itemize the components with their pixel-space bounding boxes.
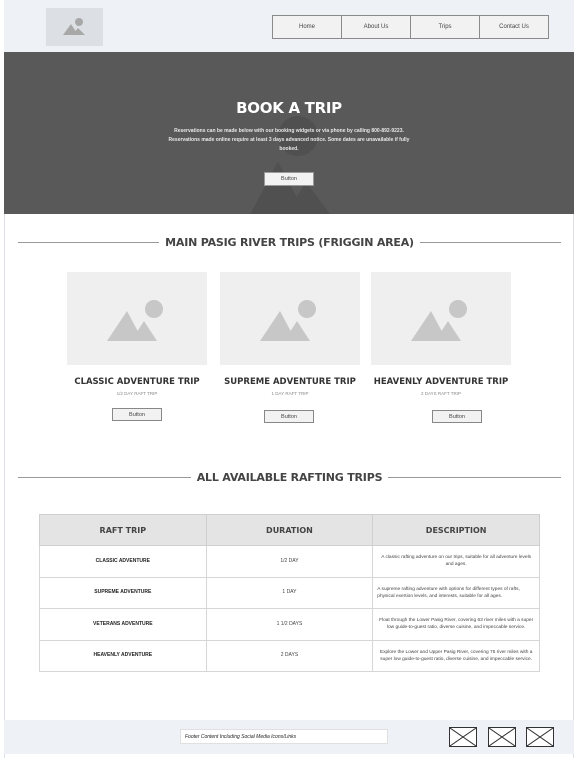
hero-banner: BOOK A TRIP Reservations can be made bel… — [4, 52, 574, 214]
cell-description: Explore the Lower and Upper Pasig River,… — [372, 639, 540, 672]
image-placeholder-icon — [62, 18, 85, 35]
cell-description: A supreme rafting adventure with options… — [372, 576, 540, 609]
nav-trips[interactable]: Trips — [410, 15, 480, 39]
footer-content: Footer Content Including Social Media Ic… — [180, 729, 388, 744]
trip-card-image — [220, 272, 360, 365]
section-heading-main-trips: MAIN PASIG RIVER TRIPS (FRIGGIN AREA) — [18, 236, 562, 249]
divider — [388, 477, 562, 478]
social-placeholder-icon — [449, 727, 477, 747]
trip-card-title: SUPREME ADVENTURE TRIP — [224, 377, 356, 387]
cell-duration: 1 1/2 DAYS — [205, 608, 374, 641]
logo[interactable] — [46, 8, 103, 46]
cell-description: A classic rafting adventure on our trips… — [372, 545, 540, 578]
trip-card-subtitle: 2 DAYS RAFT TRIP — [420, 391, 461, 396]
social-placeholder-icon — [488, 727, 516, 747]
nav-contact-us[interactable]: Contact Us — [479, 15, 549, 39]
table-row: CLASSIC ADVENTURE 1/2 DAY A classic raft… — [39, 545, 540, 578]
image-placeholder-icon — [411, 299, 467, 341]
table-header-row: RAFT TRIP DURATION DESCRIPTION — [39, 514, 540, 546]
section-heading-all-trips: ALL AVAILABLE RAFTING TRIPS — [18, 471, 562, 484]
divider — [18, 477, 191, 478]
hero-button[interactable]: Button — [264, 172, 314, 186]
column-header-description: DESCRIPTION — [372, 514, 540, 546]
social-link-3[interactable] — [526, 727, 554, 747]
hero-image-placeholder-icon — [250, 116, 330, 214]
trip-card-image — [67, 272, 207, 365]
trip-card-title: HEAVENLY ADVENTURE TRIP — [373, 377, 509, 387]
divider — [419, 242, 562, 243]
cell-trip-name: HEAVENLY ADVENTURE — [39, 639, 207, 672]
cell-trip-name: SUPREME ADVENTURE — [39, 576, 207, 609]
cell-trip-name: CLASSIC ADVENTURE — [39, 545, 207, 578]
cell-description: Float through the Lower Pasig River, cov… — [372, 608, 540, 641]
trip-card-image — [371, 272, 511, 365]
column-header-raft-trip: RAFT TRIP — [39, 514, 207, 546]
section-title: ALL AVAILABLE RAFTING TRIPS — [196, 471, 383, 484]
trip-card-button-supreme[interactable]: Button — [264, 410, 314, 423]
trips-table: RAFT TRIP DURATION DESCRIPTION CLASSIC A… — [39, 514, 540, 672]
social-link-1[interactable] — [449, 727, 477, 747]
image-placeholder-icon — [260, 299, 316, 341]
site-footer: Footer Content Including Social Media Ic… — [4, 720, 574, 754]
table-row: SUPREME ADVENTURE 1 DAY A supreme raftin… — [39, 576, 540, 609]
section-title: MAIN PASIG RIVER TRIPS (FRIGGIN AREA) — [165, 236, 414, 249]
column-header-duration: DURATION — [205, 514, 374, 546]
trip-card-subtitle: 1 DAY RAFT TRIP — [271, 391, 309, 396]
cell-duration: 1/2 DAY — [205, 545, 374, 578]
trip-card-heavenly: HEAVENLY ADVENTURE TRIP 2 DAYS RAFT TRIP — [371, 272, 511, 396]
social-link-2[interactable] — [488, 727, 516, 747]
trip-card-button-heavenly[interactable]: Button — [432, 410, 482, 423]
trip-card-title: CLASSIC ADVENTURE TRIP — [74, 377, 200, 387]
main-nav: Home About Us Trips Contact Us — [272, 15, 549, 39]
social-placeholder-icon — [526, 727, 554, 747]
trip-card-supreme: SUPREME ADVENTURE TRIP 1 DAY RAFT TRIP — [220, 272, 360, 396]
nav-home[interactable]: Home — [272, 15, 342, 39]
hero-title: BOOK A TRIP — [236, 99, 342, 117]
divider — [18, 242, 160, 243]
table-row: HEAVENLY ADVENTURE 2 DAYS Explore the Lo… — [39, 639, 540, 672]
cell-duration: 1 DAY — [205, 576, 374, 609]
trip-card-subtitle: 1/2 DAY RAFT TRIP — [116, 391, 158, 396]
trip-card-classic: CLASSIC ADVENTURE TRIP 1/2 DAY RAFT TRIP — [67, 272, 207, 396]
cell-trip-name: VETERANS ADVENTURE — [39, 608, 207, 641]
hero-description: Reservations can be made below with our … — [168, 128, 410, 152]
trip-card-button-classic[interactable]: Button — [112, 408, 162, 421]
nav-about-us[interactable]: About Us — [341, 15, 411, 39]
site-header: Home About Us Trips Contact Us — [4, 0, 574, 52]
image-placeholder-icon — [107, 299, 163, 341]
table-row: VETERANS ADVENTURE 1 1/2 DAYS Float thro… — [39, 608, 540, 641]
cell-duration: 2 DAYS — [205, 639, 374, 672]
